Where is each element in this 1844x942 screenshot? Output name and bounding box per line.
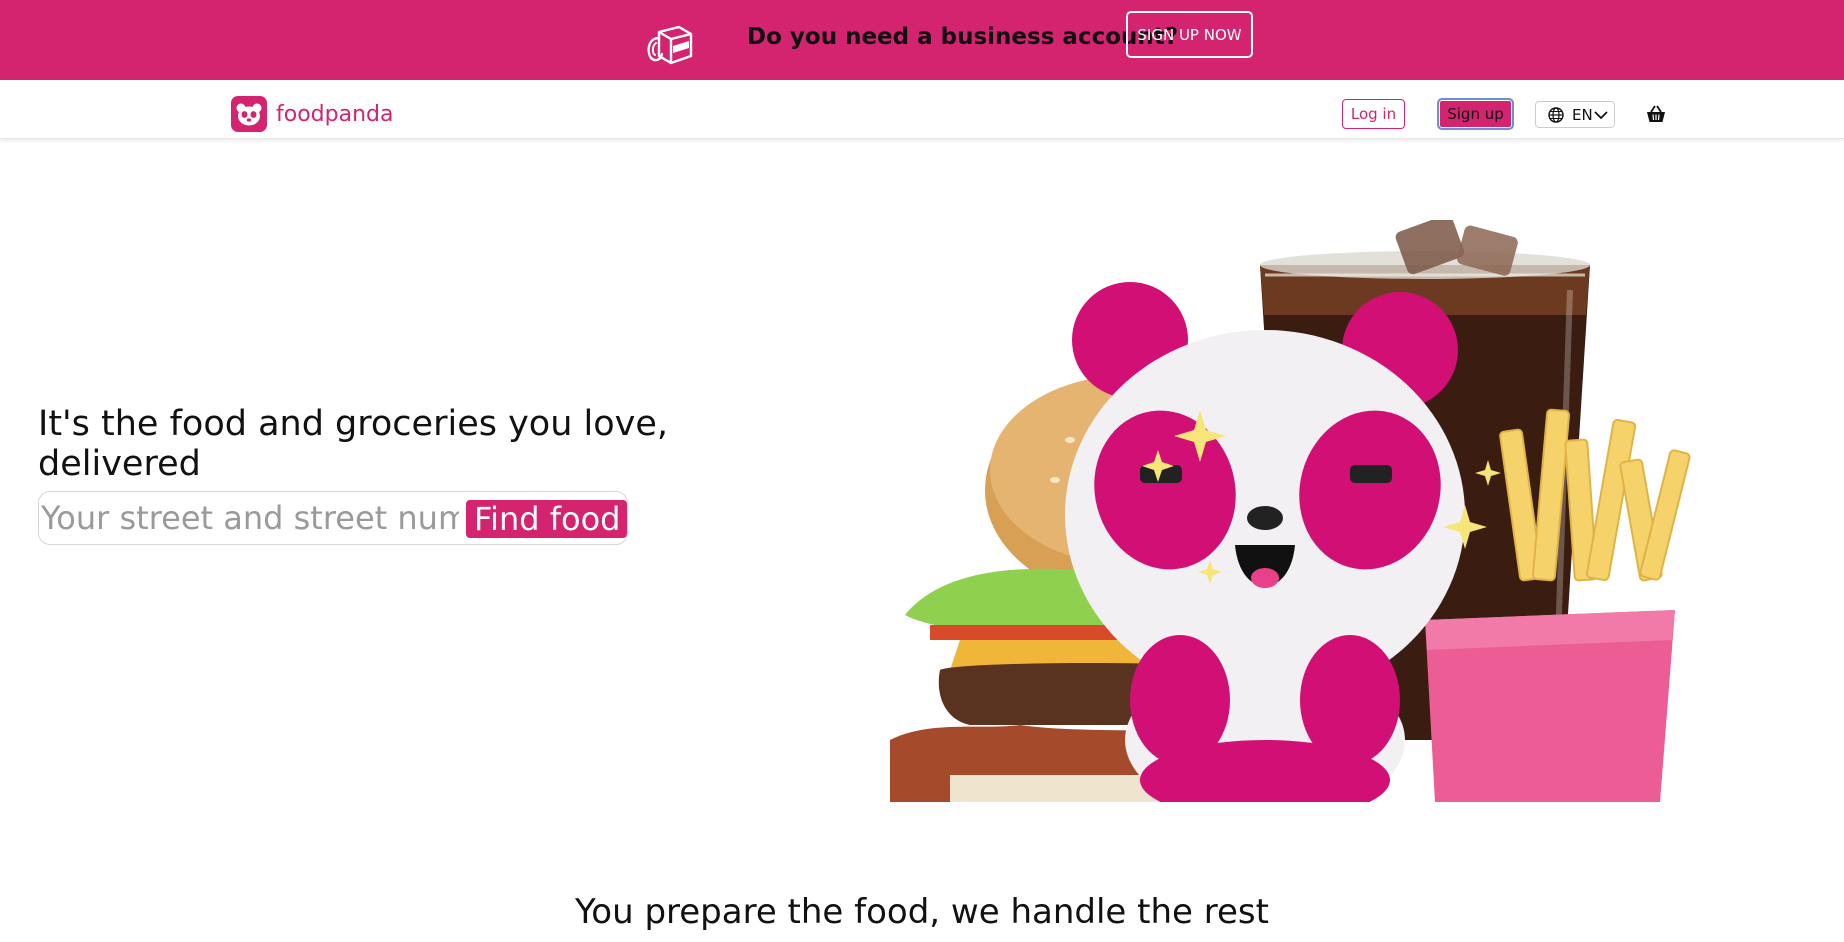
site-header: foodpanda Log in Sign up EN [0, 80, 1844, 139]
hero-title: It's the food and groceries you love, de… [38, 404, 669, 484]
address-input[interactable] [39, 492, 459, 544]
login-button[interactable]: Log in [1342, 99, 1405, 129]
panda-logo-icon [231, 96, 267, 132]
address-search-bar: Find food [38, 491, 628, 545]
business-account-banner: Do you need a business account? SIGN UP … [0, 0, 1844, 80]
brand-name: foodpanda [276, 101, 394, 127]
language-selector[interactable]: EN [1535, 101, 1615, 128]
sign-up-now-button[interactable]: SIGN UP NOW [1126, 11, 1253, 58]
banner-text: Do you need a business account? [747, 24, 1179, 50]
globe-icon [1548, 106, 1564, 123]
basket-icon[interactable] [1645, 104, 1667, 124]
section-title: You prepare the food, we handle the rest [575, 892, 1269, 932]
chevron-down-icon [1594, 110, 1608, 119]
delivery-bag-icon [647, 25, 693, 65]
signup-button[interactable]: Sign up [1437, 98, 1514, 130]
panda-mascot-illustration [890, 220, 1691, 802]
find-food-button[interactable]: Find food [466, 500, 627, 538]
foodpanda-logo[interactable]: foodpanda [231, 96, 393, 132]
language-value: EN [1572, 105, 1593, 124]
